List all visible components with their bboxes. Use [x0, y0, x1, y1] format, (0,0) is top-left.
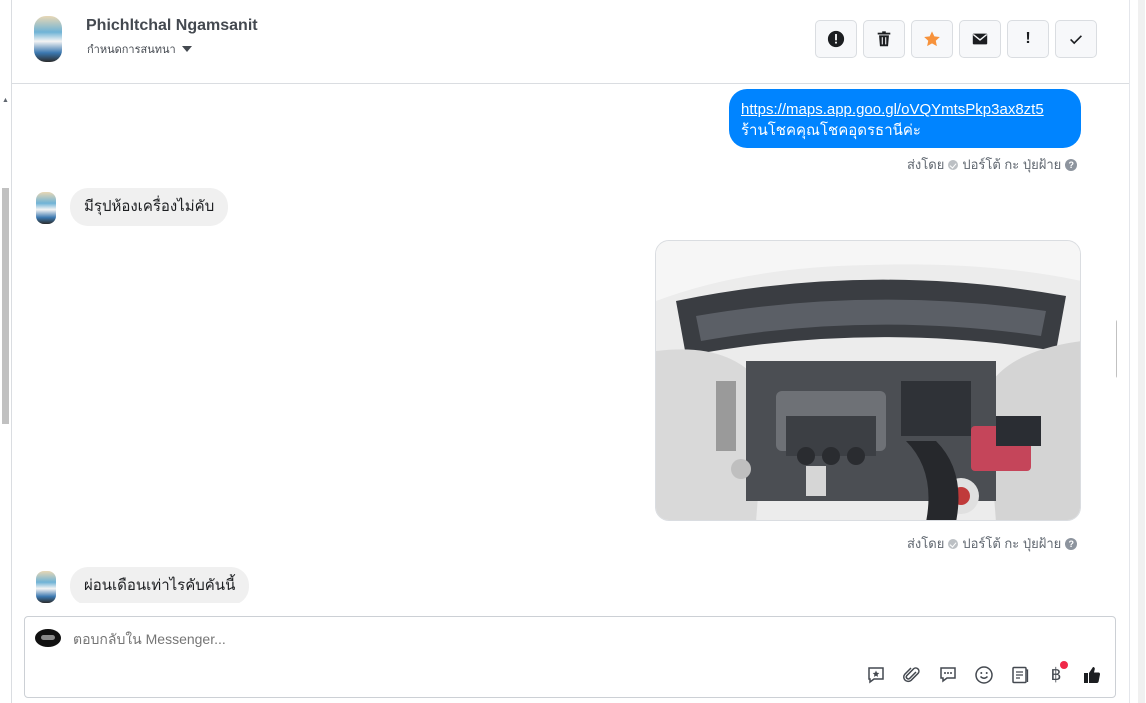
- contact-name[interactable]: Phichltchal Ngamsanit: [86, 17, 258, 35]
- attach-button[interactable]: [899, 663, 925, 687]
- left-scrollbar[interactable]: ▲: [0, 0, 12, 703]
- notification-dot: [1060, 661, 1068, 669]
- incoming-message[interactable]: ผ่อนเดือนเท่าไรคับคันนี้: [70, 567, 250, 603]
- incoming-message[interactable]: มีรุปห้องเครื่องไม่คับ: [70, 188, 229, 226]
- note-button[interactable]: [1007, 663, 1033, 687]
- thread-scrollbar-thumb[interactable]: [1116, 320, 1117, 378]
- sender-name: ปอร์โต้ กะ ปุ่ยฝ้าย: [962, 157, 1062, 172]
- contact-avatar[interactable]: [34, 16, 62, 62]
- delete-button[interactable]: [863, 20, 905, 58]
- mark-done-button[interactable]: [1055, 20, 1097, 58]
- header-actions: !: [815, 20, 1097, 58]
- caret-down-icon: [181, 46, 192, 52]
- maps-link[interactable]: https://maps.app.goo.gl/oVQYmtsPkp3ax8zt…: [741, 99, 1069, 120]
- messenger-window: ▲ Phichltchal Ngamsanit กำหนดการสนทนา ! …: [0, 0, 1146, 703]
- scroll-up-icon[interactable]: ▲: [2, 97, 9, 104]
- saved-reply-icon: [868, 667, 884, 684]
- trash-icon: [877, 31, 891, 47]
- paperclip-icon: [903, 667, 920, 683]
- sent-by-label: ส่งโดย: [907, 157, 945, 172]
- like-button[interactable]: [1079, 663, 1105, 687]
- assign-label: กำหนดการสนทนา: [87, 44, 176, 56]
- conversation-header: Phichltchal Ngamsanit กำหนดการสนทนา !: [12, 0, 1129, 84]
- emoji-button[interactable]: [971, 663, 997, 687]
- sent-by-info-2: ส่งโดย ปอร์โต้ กะ ปุ่ยฝ้าย ?: [907, 533, 1078, 554]
- reply-input[interactable]: [73, 631, 673, 647]
- payment-button[interactable]: ฿: [1043, 661, 1069, 687]
- sender-name: ปอร์โต้ กะ ปุ่ยฝ้าย: [962, 536, 1062, 551]
- check-circle-icon: [948, 159, 959, 170]
- checkmark-icon: [1070, 35, 1082, 45]
- contact-avatar-small[interactable]: [36, 571, 56, 603]
- like-icon: [1084, 667, 1101, 683]
- quick-reply-button[interactable]: [935, 663, 961, 687]
- sent-by-info: ส่งโดย ปอร์โต้ กะ ปุ่ยฝ้าย ?: [907, 154, 1078, 175]
- alert-circle-icon: [827, 30, 845, 48]
- help-icon[interactable]: ?: [1065, 158, 1078, 171]
- help-icon[interactable]: ?: [1065, 537, 1078, 550]
- chat-bubble-icon: [940, 667, 956, 683]
- contact-avatar-small[interactable]: [36, 192, 56, 224]
- mark-spam-button[interactable]: [815, 20, 857, 58]
- left-scrollbar-thumb[interactable]: [2, 188, 9, 424]
- reply-composer: ฿: [24, 616, 1116, 698]
- note-icon: [1012, 666, 1029, 684]
- star-button[interactable]: [911, 20, 953, 58]
- message-thread[interactable]: https://maps.app.goo.gl/oVQYmtsPkp3ax8zt…: [12, 85, 1117, 603]
- outgoing-message-text: ร้านโชคคุณโชคอุดรธานีค่ะ: [741, 122, 921, 139]
- follow-up-button[interactable]: !: [1007, 20, 1049, 58]
- engine-image: [656, 241, 1080, 520]
- outgoing-message[interactable]: https://maps.app.goo.gl/oVQYmtsPkp3ax8zt…: [729, 89, 1081, 148]
- exclamation-icon: !: [1025, 30, 1031, 47]
- mark-unread-button[interactable]: [959, 20, 1001, 58]
- saved-reply-button[interactable]: [863, 663, 889, 687]
- page-scrollbar-track[interactable]: [1138, 0, 1145, 703]
- thread-scrollbar[interactable]: ▲ ▼: [1113, 85, 1117, 603]
- star-icon: [924, 31, 940, 47]
- check-circle-icon: [948, 538, 959, 549]
- envelope-icon: [972, 33, 988, 45]
- emoji-icon: [975, 666, 993, 684]
- page-scrollbar[interactable]: [1129, 0, 1146, 703]
- assign-conversation-dropdown[interactable]: กำหนดการสนทนา: [87, 40, 192, 58]
- sent-by-label: ส่งโดย: [907, 536, 945, 551]
- page-avatar: [35, 629, 61, 647]
- car-engine-photo[interactable]: [655, 240, 1081, 521]
- composer-toolbar: ฿: [863, 661, 1105, 687]
- baht-icon: ฿: [1050, 665, 1062, 684]
